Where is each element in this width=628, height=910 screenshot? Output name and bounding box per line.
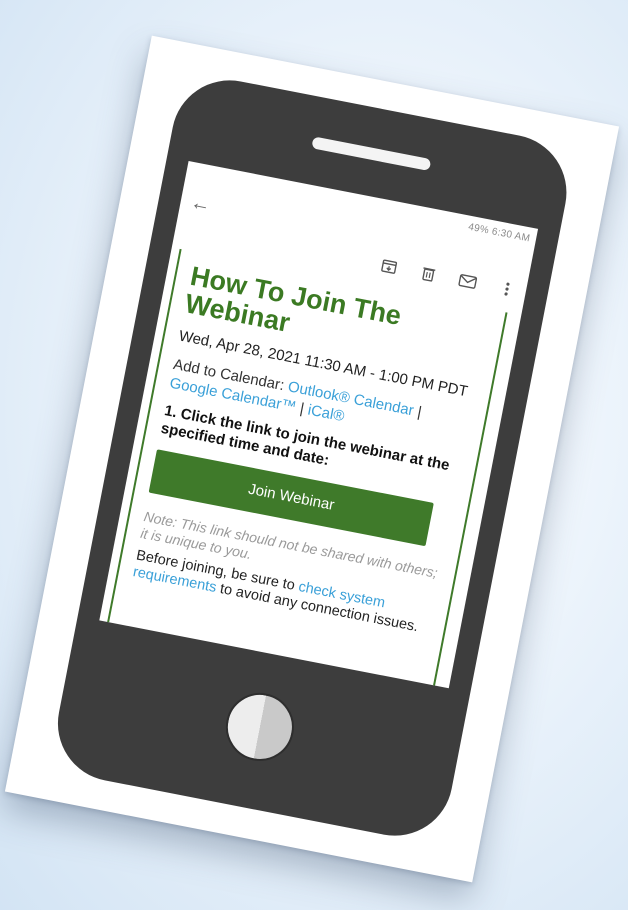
mail-button[interactable] — [457, 271, 478, 292]
phone-illustration: 49% 6:30 AM ← How To Join The Webinar We… — [47, 70, 577, 846]
calendar-separator: | — [411, 402, 424, 421]
delete-button[interactable] — [418, 263, 439, 284]
delete-icon — [422, 267, 436, 282]
arrow-left-icon: ← — [188, 191, 213, 217]
photo-card: 49% 6:30 AM ← How To Join The Webinar We… — [4, 35, 620, 883]
phone-speaker — [311, 136, 432, 172]
phone-screen: 49% 6:30 AM ← How To Join The Webinar We… — [99, 160, 539, 689]
more-button[interactable] — [496, 279, 517, 300]
mail-icon — [458, 274, 478, 289]
background: 49% 6:30 AM ← How To Join The Webinar We… — [0, 0, 628, 910]
archive-icon — [381, 259, 398, 274]
archive-button[interactable] — [379, 256, 400, 277]
email-body: How To Join The Webinar Wed, Apr 28, 202… — [105, 248, 508, 689]
more-vert-icon — [504, 282, 510, 296]
home-button — [220, 687, 300, 767]
status-bar: 49% 6:30 AM — [467, 221, 532, 245]
back-button[interactable]: ← — [188, 191, 213, 217]
